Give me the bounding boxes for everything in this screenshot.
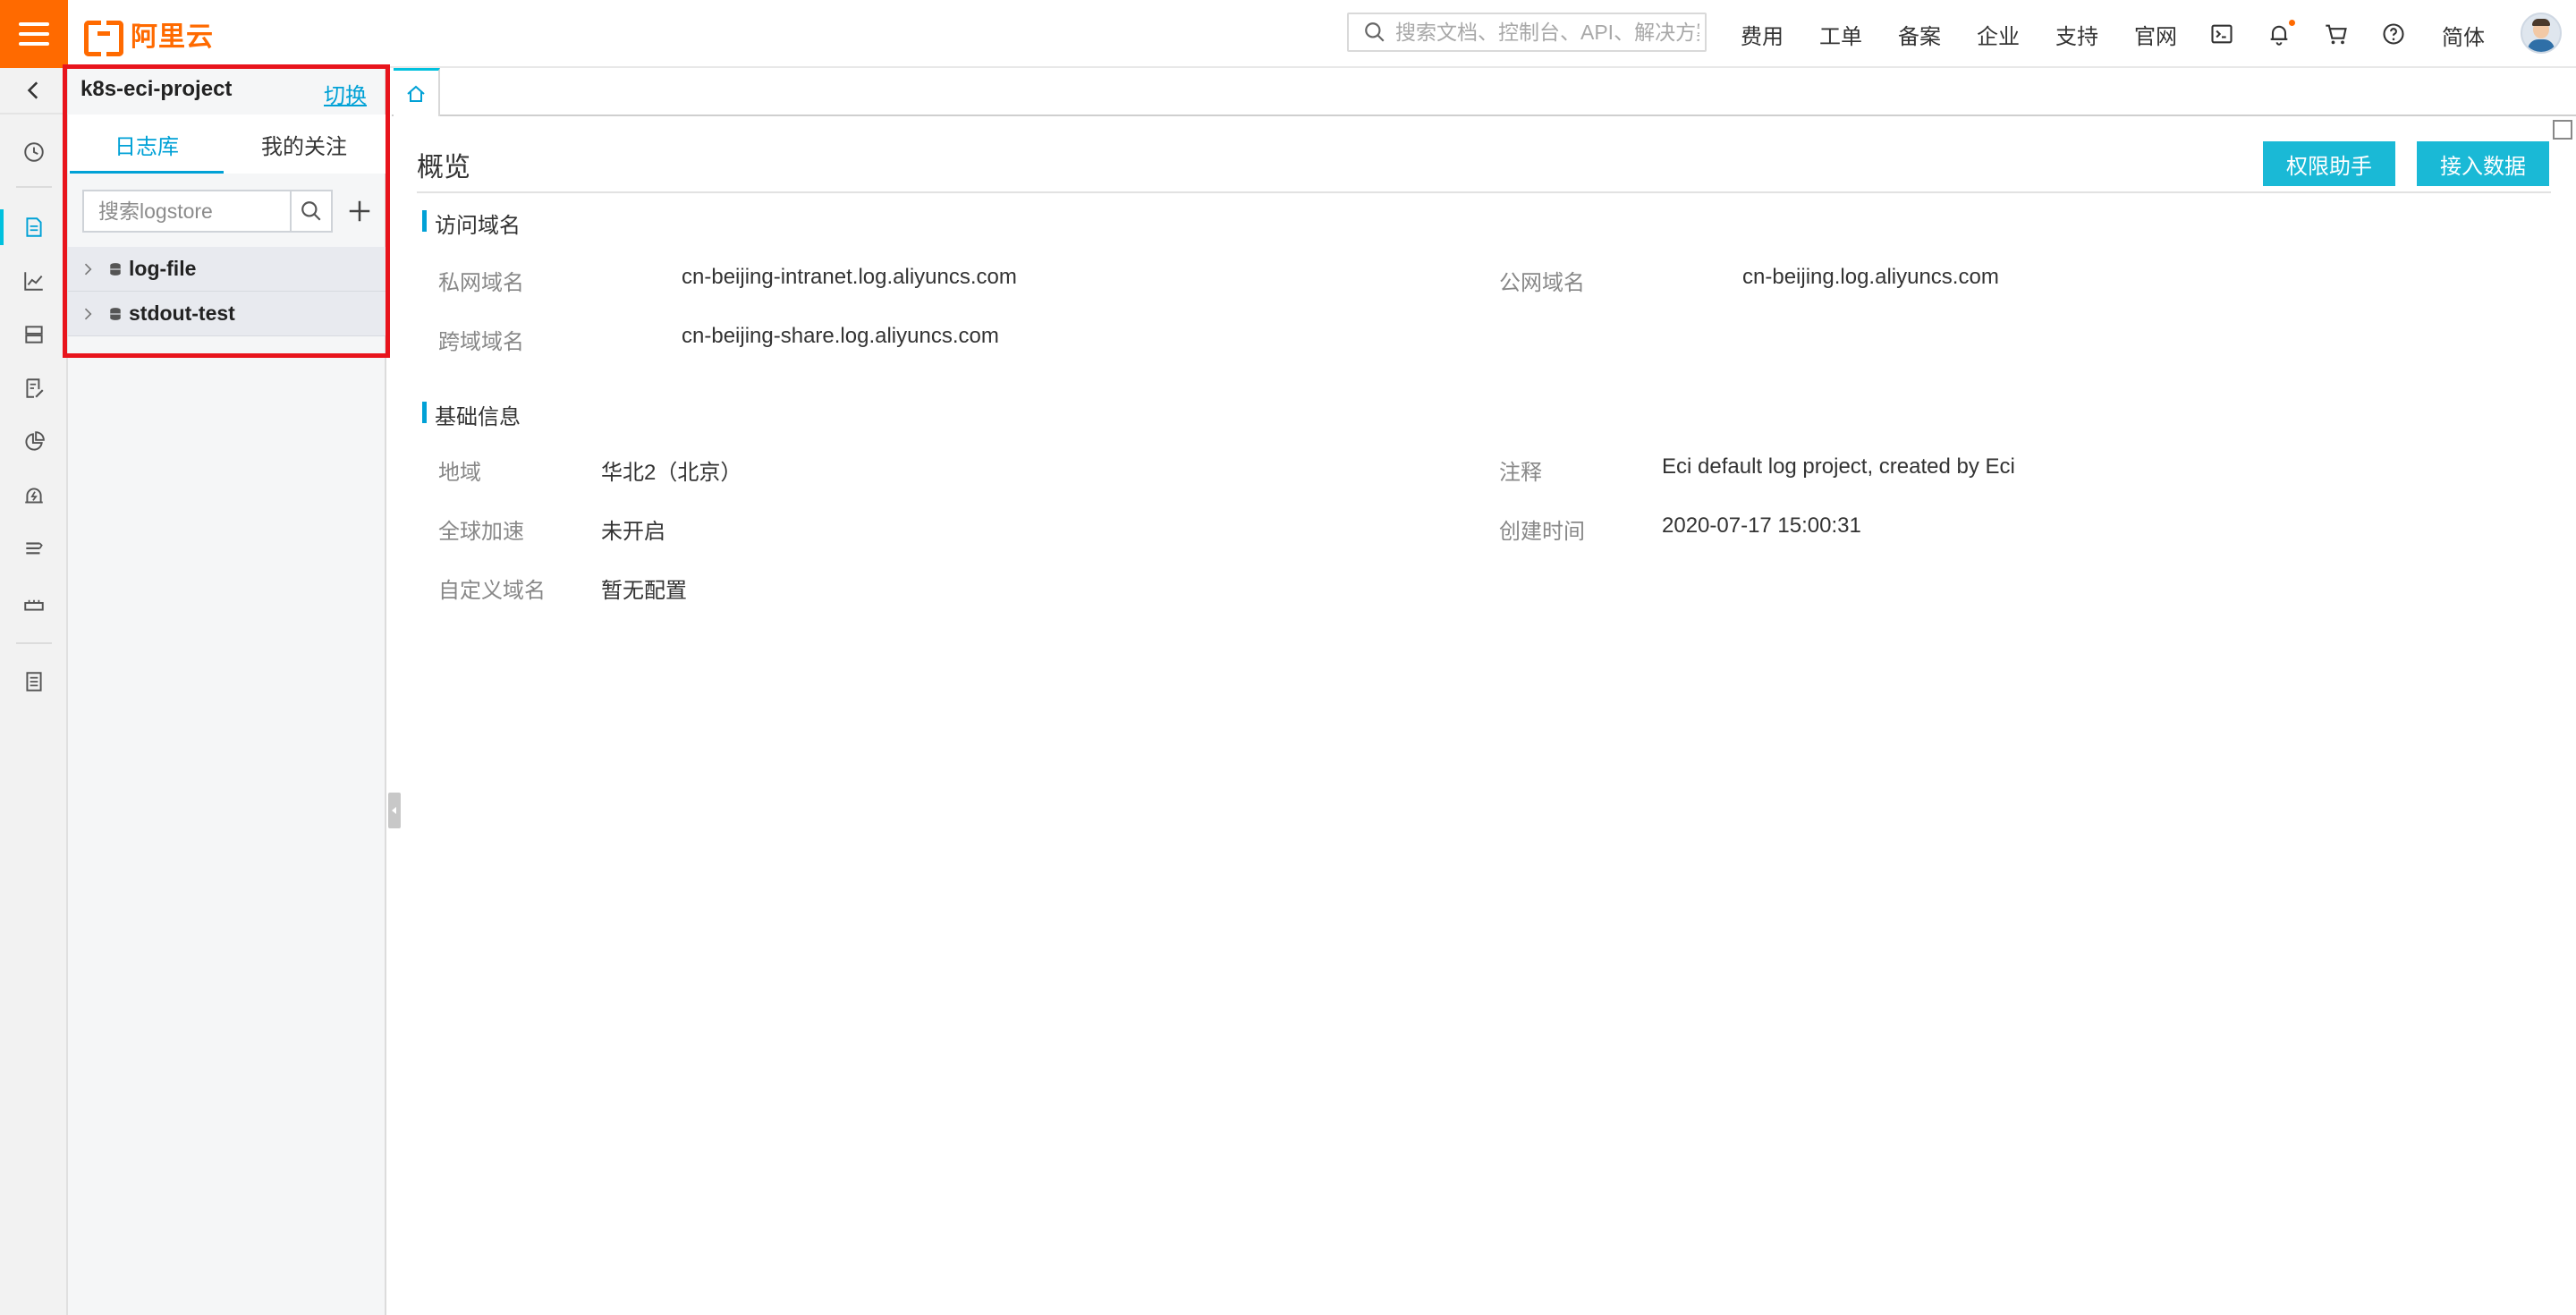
rail-alert-icon[interactable] bbox=[0, 471, 68, 521]
nav-fees[interactable]: 费用 bbox=[1741, 19, 1784, 50]
created-time-value: 2020-07-17 15:00:31 bbox=[1662, 513, 1861, 538]
logstore-search-input[interactable] bbox=[84, 191, 245, 231]
rail-storage-icon[interactable] bbox=[0, 310, 68, 360]
home-icon bbox=[407, 85, 425, 102]
caret-left-icon bbox=[392, 807, 396, 814]
rail-edit-icon[interactable] bbox=[0, 363, 68, 413]
logstore-search[interactable] bbox=[82, 190, 292, 233]
rail-machine-icon[interactable] bbox=[0, 578, 68, 628]
rail-logstore-icon[interactable] bbox=[0, 202, 68, 252]
cart-icon[interactable] bbox=[2324, 21, 2349, 47]
nav-support[interactable]: 支持 bbox=[2055, 19, 2098, 50]
nav-enterprise[interactable]: 企业 bbox=[1977, 19, 2020, 50]
help-icon[interactable] bbox=[2381, 21, 2406, 47]
created-time-label: 创建时间 bbox=[1499, 520, 1585, 544]
add-logstore-button[interactable] bbox=[342, 190, 377, 233]
chevron-right-icon[interactable] bbox=[82, 263, 95, 276]
search-icon bbox=[1365, 22, 1385, 42]
database-icon bbox=[110, 262, 121, 276]
search-icon bbox=[301, 201, 321, 221]
top-nav: 费用 工单 备案 企业 支持 官网 bbox=[1741, 0, 2213, 68]
tab-logstores[interactable]: 日志库 bbox=[68, 115, 225, 174]
terminal-icon[interactable] bbox=[2209, 21, 2234, 47]
notification-dot bbox=[2289, 20, 2295, 26]
icon-rail bbox=[0, 68, 68, 1315]
brand-name: 阿里云 bbox=[131, 22, 214, 52]
language-switch[interactable]: 简体 bbox=[2442, 20, 2485, 51]
region-value: 华北2（北京） bbox=[601, 461, 742, 485]
chevron-left-icon bbox=[27, 81, 38, 99]
nav-icp[interactable]: 备案 bbox=[1898, 19, 1941, 50]
rail-chart-icon[interactable] bbox=[0, 256, 68, 306]
top-icons bbox=[2209, 0, 2406, 68]
bell-icon[interactable] bbox=[2267, 20, 2295, 47]
private-domain-label: 私网域名 bbox=[438, 271, 524, 295]
project-panel: k8s-eci-project 切换 日志库 我的关注 log-file std… bbox=[68, 68, 386, 1315]
cross-domain-value: cn-beijing-share.log.aliyuncs.com bbox=[682, 324, 999, 348]
panel-collapse-handle[interactable] bbox=[388, 793, 401, 828]
ingest-data-button[interactable]: 接入数据 bbox=[2417, 141, 2549, 186]
logo[interactable]: 阿里云 bbox=[84, 16, 214, 56]
rail-clock-icon[interactable] bbox=[0, 127, 68, 177]
logstore-name[interactable]: log-file bbox=[129, 257, 196, 281]
public-domain-label: 公网域名 bbox=[1499, 271, 1585, 295]
logstore-item[interactable]: stdout-test bbox=[68, 292, 386, 336]
panel-tabs: 日志库 我的关注 bbox=[68, 115, 386, 174]
rail-book-icon[interactable] bbox=[0, 657, 68, 707]
section-title-basic: 基础信息 bbox=[422, 399, 521, 430]
back-button[interactable] bbox=[0, 68, 68, 115]
menu-icon[interactable] bbox=[0, 0, 68, 68]
comment-label: 注释 bbox=[1499, 461, 1542, 485]
rail-list-icon[interactable] bbox=[0, 524, 68, 574]
plus-icon bbox=[349, 200, 370, 222]
tab-favorites[interactable]: 我的关注 bbox=[225, 115, 383, 174]
global-accel-label: 全球加速 bbox=[438, 520, 524, 544]
global-search[interactable] bbox=[1347, 13, 1707, 52]
permission-assistant-button[interactable]: 权限助手 bbox=[2263, 141, 2395, 186]
global-search-input[interactable] bbox=[1395, 20, 1699, 45]
global-accel-value: 未开启 bbox=[601, 520, 665, 544]
fullscreen-toggle[interactable] bbox=[2553, 120, 2572, 140]
cross-domain-label: 跨域域名 bbox=[438, 330, 524, 354]
rail-pie-icon[interactable] bbox=[0, 417, 68, 467]
page-title: 概览 bbox=[417, 153, 470, 182]
comment-value: Eci default log project, created by Eci bbox=[1662, 454, 2015, 479]
project-name: k8s-eci-project bbox=[80, 77, 233, 101]
top-bar: 阿里云 费用 工单 备案 企业 支持 官网 简体 bbox=[0, 0, 2576, 68]
logstore-name[interactable]: stdout-test bbox=[129, 301, 235, 326]
custom-domain-label: 自定义域名 bbox=[438, 579, 546, 603]
avatar[interactable] bbox=[2521, 13, 2562, 54]
switch-project-link[interactable]: 切换 bbox=[324, 78, 367, 109]
home-tab[interactable] bbox=[394, 68, 440, 116]
region-label: 地域 bbox=[438, 461, 481, 485]
database-icon bbox=[110, 307, 121, 320]
aliyun-logo-icon bbox=[84, 21, 123, 56]
divider bbox=[417, 191, 2551, 193]
private-domain-value: cn-beijing-intranet.log.aliyuncs.com bbox=[682, 265, 1017, 289]
logstore-item[interactable]: log-file bbox=[68, 247, 386, 292]
chevron-right-icon[interactable] bbox=[82, 308, 95, 320]
logstore-search-button[interactable] bbox=[292, 190, 333, 233]
section-title-domains: 访问域名 bbox=[422, 208, 521, 239]
nav-tickets[interactable]: 工单 bbox=[1819, 19, 1862, 50]
public-domain-value: cn-beijing.log.aliyuncs.com bbox=[1742, 265, 1999, 289]
content-tabbar bbox=[392, 68, 2576, 116]
nav-official-site[interactable]: 官网 bbox=[2134, 19, 2177, 50]
custom-domain-value: 暂无配置 bbox=[601, 579, 687, 603]
